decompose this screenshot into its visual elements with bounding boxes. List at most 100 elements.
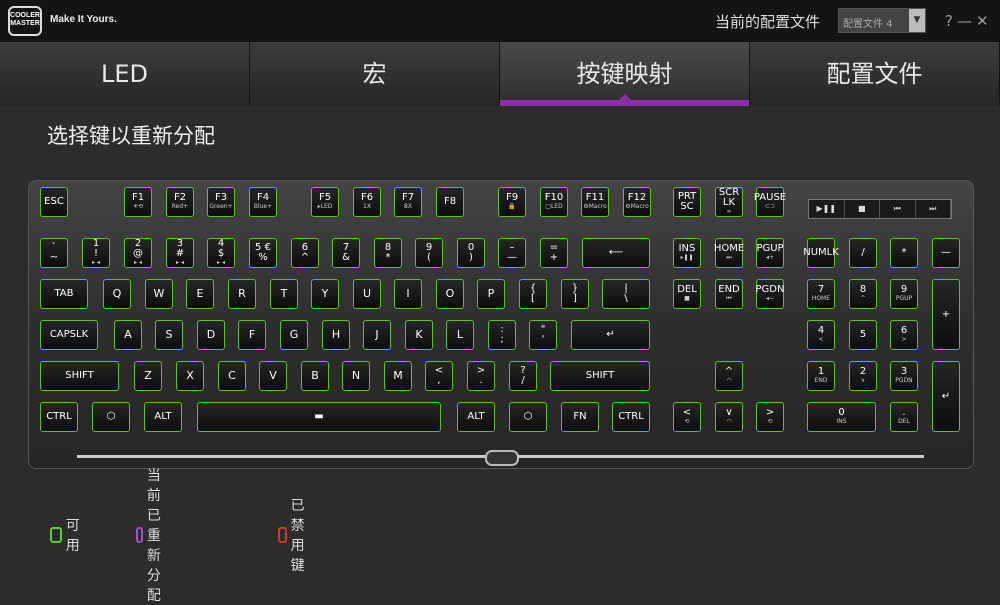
key-lshift[interactable]: SHIFT	[40, 361, 119, 391]
key-n6[interactable]: 6 ^	[291, 238, 319, 268]
key-a[interactable]: A	[114, 320, 142, 350]
key-rctrl[interactable]: CTRL	[612, 402, 650, 432]
key-n8[interactable]: 8 *	[374, 238, 402, 268]
key-j[interactable]: J	[363, 320, 391, 350]
key-capslk[interactable]: CAPSLK	[40, 320, 98, 350]
key-num2[interactable]: 2 ∨	[849, 361, 877, 391]
key-n3[interactable]: 3 # ▸ ◂	[166, 238, 194, 268]
key-enter[interactable]: ↵	[571, 320, 650, 350]
key-down[interactable]: ∨ ◠	[715, 402, 743, 432]
key-num3[interactable]: 3 PGDN	[890, 361, 918, 391]
key-x[interactable]: X	[176, 361, 204, 391]
key-numminus[interactable]: —	[932, 238, 960, 268]
tab-macro[interactable]: 宏	[250, 42, 500, 106]
key-f5[interactable]: F5 ▸LED	[311, 187, 339, 217]
key-rbracket[interactable]: } ]	[561, 279, 589, 309]
key-s[interactable]: S	[155, 320, 183, 350]
key-num5[interactable]: 5	[849, 320, 877, 350]
key-g[interactable]: G	[280, 320, 308, 350]
key-lwin[interactable]: ⬡	[92, 402, 130, 432]
key-b[interactable]: B	[301, 361, 329, 391]
key-f1[interactable]: F1 ☀⟲	[124, 187, 152, 217]
key-f12[interactable]: F12 ⚙Macro	[623, 187, 651, 217]
key-f9[interactable]: F9 🔒	[498, 187, 526, 217]
key-h[interactable]: H	[322, 320, 350, 350]
key-o[interactable]: O	[436, 279, 464, 309]
key-pgdn[interactable]: PGDN ◂−	[756, 279, 784, 309]
key-prtsc[interactable]: PRT SC	[673, 187, 701, 217]
key-numlk[interactable]: NUMLK	[803, 238, 839, 268]
key-k[interactable]: K	[405, 320, 433, 350]
key-lbracket[interactable]: { [	[519, 279, 547, 309]
key-minus[interactable]: – —	[498, 238, 526, 268]
key-f11[interactable]: F11 ⚙Macro	[581, 187, 609, 217]
key-z[interactable]: Z	[134, 361, 162, 391]
key-pause[interactable]: PAUSE ⊂⊃	[754, 187, 786, 217]
key-comma[interactable]: < ,	[425, 361, 453, 391]
key-m[interactable]: M	[384, 361, 412, 391]
key-period[interactable]: > .	[467, 361, 495, 391]
chevron-down-icon[interactable]: ▼	[909, 9, 925, 32]
key-numslash[interactable]: /	[849, 238, 877, 268]
key-left[interactable]: < ⟲	[673, 402, 701, 432]
key-esc[interactable]: ESC	[40, 187, 68, 217]
key-scrlk[interactable]: SCR LK ∞	[715, 187, 743, 217]
key-ins[interactable]: INS ▸❚❚	[673, 238, 701, 268]
tab-key-mapping[interactable]: 按键映射	[500, 42, 750, 106]
key-n0[interactable]: 0 )	[457, 238, 485, 268]
key-num9[interactable]: 9 PGUP	[890, 279, 918, 309]
key-n9[interactable]: 9 (	[415, 238, 443, 268]
key-v[interactable]: V	[259, 361, 287, 391]
minimize-icon[interactable]: —	[957, 12, 976, 30]
key-fn[interactable]: FN	[561, 402, 599, 432]
key-del[interactable]: DEL ■	[673, 279, 701, 309]
key-n4[interactable]: 4 $ ▸ ◂	[207, 238, 235, 268]
key-end[interactable]: END ⏮	[715, 279, 743, 309]
key-grave[interactable]: ` ~	[40, 238, 68, 268]
key-numdel[interactable]: . DEL	[890, 402, 918, 432]
key-f6[interactable]: F6 1X	[353, 187, 381, 217]
key-num6[interactable]: 6 >	[890, 320, 918, 350]
key-rshift[interactable]: SHIFT	[550, 361, 650, 391]
key-pgup[interactable]: PGUP ◂+	[756, 238, 784, 268]
key-q[interactable]: Q	[103, 279, 131, 309]
key-num0[interactable]: 0 INS	[807, 402, 876, 432]
key-ralt[interactable]: ALT	[457, 402, 495, 432]
next-track-icon[interactable]: ⏭	[916, 200, 951, 218]
previous-track-icon[interactable]: ⏮	[880, 200, 916, 218]
key-e[interactable]: E	[186, 279, 214, 309]
key-slash[interactable]: ? /	[509, 361, 537, 391]
key-numenter[interactable]: ↵	[932, 361, 960, 432]
key-l[interactable]: L	[446, 320, 474, 350]
key-p[interactable]: P	[477, 279, 505, 309]
key-numplus[interactable]: +	[932, 279, 960, 350]
key-i[interactable]: I	[394, 279, 422, 309]
key-f7[interactable]: F7 8X	[394, 187, 422, 217]
key-r[interactable]: R	[228, 279, 256, 309]
tab-profiles[interactable]: 配置文件	[750, 42, 1000, 106]
key-f3[interactable]: F3 Green+	[207, 187, 235, 217]
help-icon[interactable]: ?	[945, 12, 957, 30]
key-rwin[interactable]: ⬡	[509, 402, 547, 432]
key-n5[interactable]: 5 € %	[249, 238, 277, 268]
key-c[interactable]: C	[218, 361, 246, 391]
key-tab[interactable]: TAB	[40, 279, 88, 309]
key-quote[interactable]: " '	[529, 320, 557, 350]
key-backslash[interactable]: | \	[602, 279, 650, 309]
key-backspace[interactable]: ⟵	[582, 238, 650, 268]
key-space[interactable]: ▬	[197, 402, 441, 432]
key-lctrl[interactable]: CTRL	[40, 402, 78, 432]
key-y[interactable]: Y	[311, 279, 339, 309]
key-u[interactable]: U	[353, 279, 381, 309]
key-num7[interactable]: 7 HOME	[807, 279, 835, 309]
key-num8[interactable]: 8 ^	[849, 279, 877, 309]
key-semicolon[interactable]: : ;	[488, 320, 516, 350]
key-num4[interactable]: 4 <	[807, 320, 835, 350]
key-n7[interactable]: 7 &	[332, 238, 360, 268]
key-f[interactable]: F	[238, 320, 266, 350]
key-w[interactable]: W	[145, 279, 173, 309]
key-n1[interactable]: 1 ! ▸ ◂	[82, 238, 110, 268]
tab-led[interactable]: LED	[0, 42, 250, 106]
key-numstar[interactable]: *	[890, 238, 918, 268]
profile-dropdown[interactable]: 配置文件 4 ▼	[838, 8, 926, 33]
